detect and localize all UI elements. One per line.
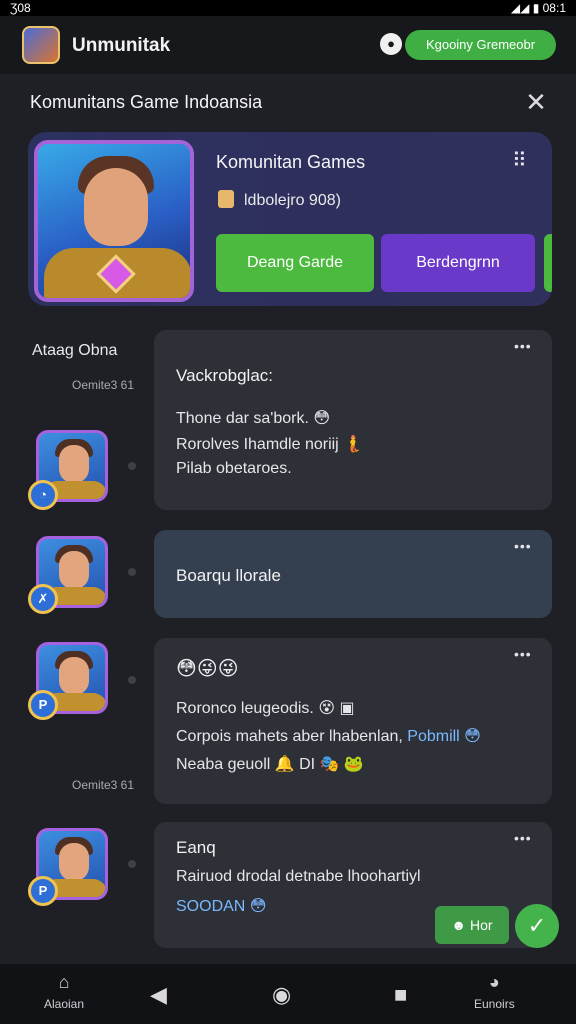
thread-connector bbox=[128, 676, 136, 684]
thread-connector bbox=[128, 860, 136, 868]
post-line: Rairuod drodal detnabe lhoohartiyl bbox=[176, 868, 421, 885]
community-avatar[interactable] bbox=[34, 140, 194, 302]
app-icon[interactable] bbox=[22, 26, 60, 64]
post-line: Neaba geuoll 🔔 DI 🎭 🐸 bbox=[176, 756, 364, 773]
post-title: Vackrobglac: bbox=[176, 366, 274, 385]
app-title: Unmunitak bbox=[72, 35, 171, 56]
app-bar: Unmunitak ● Kgooiny Gremeobr bbox=[0, 16, 576, 74]
rank-badge: ✗ bbox=[28, 584, 58, 614]
tag-icon bbox=[218, 190, 234, 208]
close-icon[interactable]: ✕ bbox=[520, 86, 552, 118]
status-icons: ◢◢ ▮ 08:1 bbox=[510, 1, 566, 15]
reaction-emojis: 😳😜😜 bbox=[176, 658, 239, 680]
rank-badge: ◔ bbox=[28, 480, 58, 510]
smile-icon: ☻ bbox=[451, 917, 471, 933]
chat-bubble-icon[interactable]: ● bbox=[380, 33, 402, 55]
thread-connector bbox=[128, 462, 136, 470]
join-group-button[interactable]: Kgooiny Gremeobr bbox=[405, 30, 556, 60]
home-icon: ⌂ bbox=[58, 972, 70, 992]
rank-badge: P bbox=[28, 876, 58, 906]
post-line: Thone dar sa'bork. 😳 bbox=[176, 410, 331, 427]
post-link[interactable]: SOODAN 😳 bbox=[176, 896, 266, 916]
like-button[interactable]: ☻ Hor bbox=[435, 906, 509, 944]
post-title: Eanq bbox=[176, 838, 216, 857]
feed-section-label: Ataag Obna bbox=[32, 342, 118, 359]
community-subtitle: ldbolejro 908) bbox=[218, 190, 341, 210]
secondary-action-button[interactable]: Berdengrnn bbox=[381, 234, 535, 292]
post-more-icon[interactable]: ••• bbox=[514, 338, 532, 354]
send-icon[interactable]: ✓ bbox=[515, 904, 559, 948]
sheet-title: Komunitans Game Indoansia bbox=[30, 92, 263, 112]
community-sheet: Komunitans Game Indoansia ✕ Komunitan Ga… bbox=[0, 74, 576, 964]
overflow-action-button[interactable] bbox=[544, 234, 552, 292]
post-more-icon[interactable]: ••• bbox=[514, 830, 532, 846]
post-card[interactable]: ••• 😳😜😜 Roronco leugeodis. 😵 ▣ Corpois m… bbox=[154, 638, 552, 804]
post-more-icon[interactable]: ••• bbox=[514, 538, 532, 554]
back-icon[interactable]: ◀ bbox=[150, 982, 167, 1008]
nav-friends[interactable]: ◕ Eunoirs bbox=[474, 972, 515, 1011]
post-line: Rorolves Ihamdle noriij 🧜 bbox=[176, 436, 364, 453]
post-timestamp: Oemite3 61 bbox=[72, 378, 135, 392]
recents-icon[interactable]: ■ bbox=[394, 982, 407, 1008]
friends-icon: ◕ bbox=[488, 972, 500, 992]
post-more-icon[interactable]: ••• bbox=[514, 646, 532, 662]
post-card[interactable]: ••• Vackrobglac: Thone dar sa'bork. 😳 Ro… bbox=[154, 330, 552, 510]
more-options-icon[interactable]: ⠿ bbox=[512, 148, 528, 173]
status-bar: Ʒ08 ◢◢ ▮ 08:1 bbox=[0, 0, 576, 16]
community-hero-card: Komunitan Games ldbolejro 908) ⠿ Deang G… bbox=[28, 132, 552, 306]
post-line: Pilab obetaroes. bbox=[176, 460, 292, 477]
status-time: Ʒ08 bbox=[10, 1, 31, 15]
post-line: Roronco leugeodis. 😵 ▣ bbox=[176, 700, 355, 717]
bottom-navigation: ⌂ Alaoian ◀ ◉ ■ ◕ Eunoirs bbox=[0, 964, 576, 1024]
post-timestamp: Oemite3 61 bbox=[72, 778, 135, 792]
post-title: Boarqu llorale bbox=[176, 566, 281, 585]
community-name: Komunitan Games bbox=[216, 152, 366, 172]
nav-home[interactable]: ⌂ Alaoian bbox=[44, 972, 84, 1011]
primary-action-button[interactable]: Deang Garde bbox=[216, 234, 374, 292]
post-line: Corpois mahets aber lhabenlan, Pobmill 😳 bbox=[176, 728, 481, 745]
thread-connector bbox=[128, 568, 136, 576]
mention-link[interactable]: Pobmill 😳 bbox=[407, 728, 481, 745]
home-button-icon[interactable]: ◉ bbox=[272, 982, 291, 1008]
post-card[interactable]: ••• Boarqu llorale bbox=[154, 530, 552, 618]
rank-badge: P bbox=[28, 690, 58, 720]
